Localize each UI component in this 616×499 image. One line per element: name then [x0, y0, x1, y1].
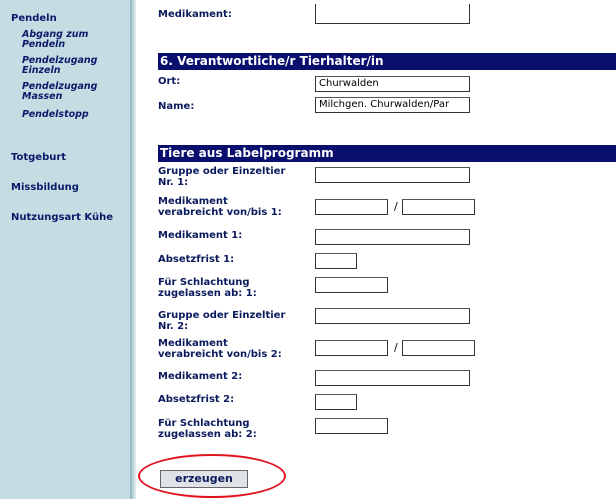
schlacht1-input[interactable] — [315, 277, 388, 293]
date-separator: / — [394, 200, 398, 213]
nav-abgang-zum-pendeln[interactable]: Abgang zum Pendeln — [22, 30, 88, 50]
med-verab1-label-line2: verabreicht von/bis 1: — [158, 207, 282, 218]
gruppe2-label: Gruppe oder Einzeltier Nr. 2: — [158, 310, 285, 332]
gruppe1-label-line2: Nr. 1: — [158, 177, 189, 188]
sidebar: Pendeln Abgang zum Pendeln Pendelzugang … — [0, 0, 130, 499]
schlacht2-input[interactable] — [315, 418, 388, 434]
nav-missbildung[interactable]: Missbildung — [11, 182, 79, 193]
gruppe1-label: Gruppe oder Einzeltier Nr. 1: — [158, 166, 285, 188]
sidebar-divider — [130, 0, 136, 499]
nav-pendelstopp[interactable]: Pendelstopp — [22, 110, 89, 120]
schlacht1-label-line1: Für Schlachtung — [158, 277, 250, 288]
gruppe2-label-line1: Gruppe oder Einzeltier — [158, 310, 286, 321]
section6-header: 6. Verantwortliche/r Tierhalter/in — [158, 53, 616, 70]
name-label: Name: — [158, 101, 195, 112]
med-verab2-label-line2: verabreicht von/bis 2: — [158, 349, 282, 360]
gruppe2-label-line2: Nr. 2: — [158, 321, 189, 332]
date-separator-2: / — [394, 341, 398, 354]
ort-input[interactable]: Churwalden — [315, 76, 470, 92]
schlacht2-label: Für Schlachtung zugelassen ab: 2: — [158, 418, 257, 440]
name-input[interactable]: Milchgen. Churwalden/Par — [315, 97, 470, 113]
nav-einzeln-line2: Einzeln — [22, 65, 61, 76]
medikament2-label: Medikament 2: — [158, 371, 243, 382]
nav-pendeln[interactable]: Pendeln — [11, 13, 57, 24]
nav-massen-line2: Massen — [22, 91, 63, 102]
nav-pendelzugang-massen[interactable]: Pendelzugang Massen — [22, 82, 97, 102]
med-von1-input[interactable] — [315, 199, 388, 215]
form-area: Medikament: 6. Verantwortliche/r Tierhal… — [158, 0, 616, 499]
ort-label: Ort: — [158, 76, 181, 87]
gruppe1-input[interactable] — [315, 167, 470, 183]
schlacht1-label: Für Schlachtung zugelassen ab: 1: — [158, 277, 257, 299]
med-bis1-input[interactable] — [402, 199, 475, 215]
schlacht2-label-line1: Für Schlachtung — [158, 418, 250, 429]
absetzfrist2-input[interactable] — [315, 394, 357, 410]
nav-nutzungsart-kuehe[interactable]: Nutzungsart Kühe — [11, 212, 113, 223]
medikament1-label: Medikament 1: — [158, 230, 243, 241]
medikament-label: Medikament: — [158, 9, 232, 20]
labelprogramm-header: Tiere aus Labelprogramm — [158, 145, 616, 162]
med-von2-input[interactable] — [315, 340, 388, 356]
medikament2-input[interactable] — [315, 370, 470, 386]
med-verab2-label: Medikament verabreicht von/bis 2: — [158, 338, 282, 360]
schlacht1-label-line2: zugelassen ab: 1: — [158, 288, 257, 299]
highlight-circle — [138, 454, 286, 498]
medikament1-input[interactable] — [315, 229, 470, 245]
medikament-input[interactable] — [315, 4, 470, 24]
absetzfrist2-label: Absetzfrist 2: — [158, 394, 235, 405]
gruppe1-label-line1: Gruppe oder Einzeltier — [158, 166, 286, 177]
schlacht2-label-line2: zugelassen ab: 2: — [158, 429, 257, 440]
absetzfrist1-label: Absetzfrist 1: — [158, 254, 235, 265]
nav-pendelzugang-einzeln[interactable]: Pendelzugang Einzeln — [22, 56, 97, 76]
med-verab1-label: Medikament verabreicht von/bis 1: — [158, 196, 282, 218]
absetzfrist1-input[interactable] — [315, 253, 357, 269]
nav-abgang-line2: Pendeln — [22, 39, 66, 50]
med-verab1-label-line1: Medikament — [158, 196, 228, 207]
med-verab2-label-line1: Medikament — [158, 338, 228, 349]
nav-totgeburt[interactable]: Totgeburt — [11, 152, 66, 163]
gruppe2-input[interactable] — [315, 308, 470, 324]
med-bis2-input[interactable] — [402, 340, 475, 356]
